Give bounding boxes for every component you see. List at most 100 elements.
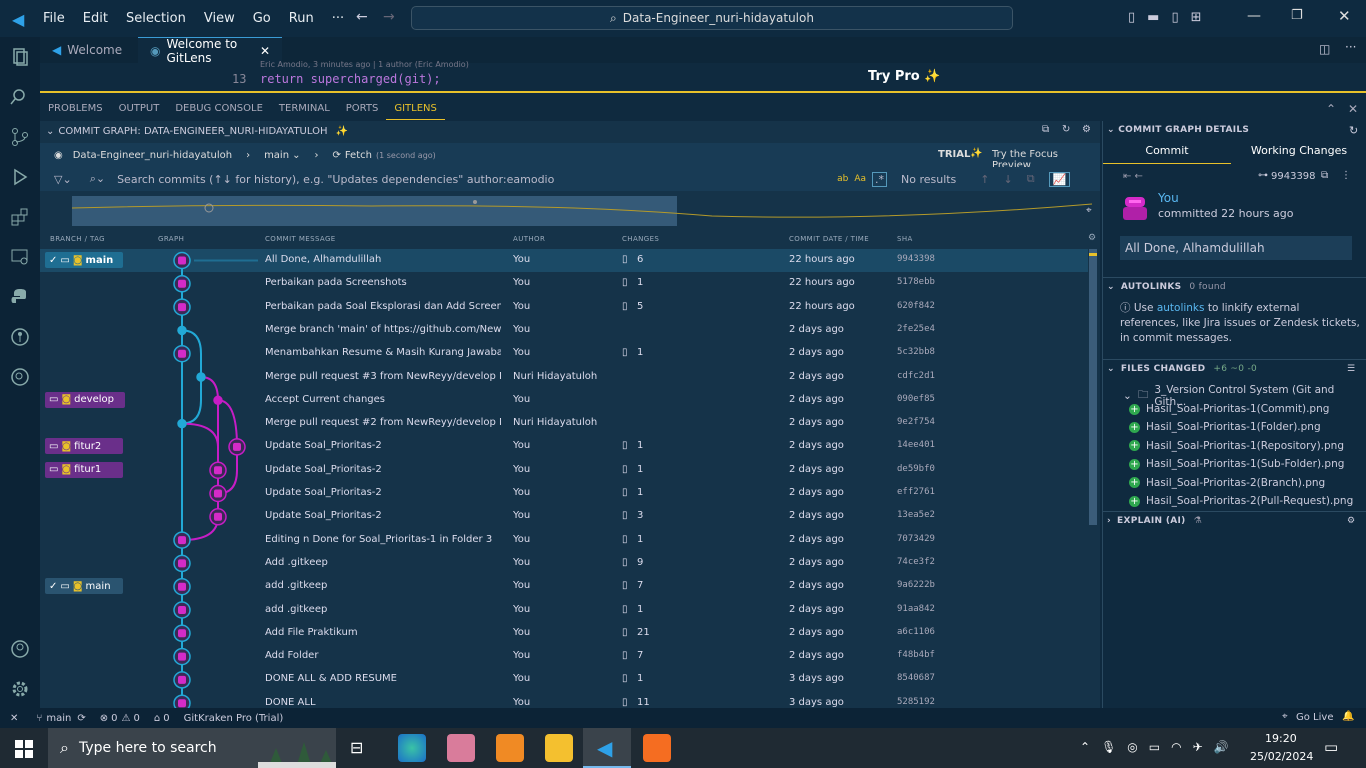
commit-search-input[interactable]: Search commits (↑↓ for history), e.g. "U… (117, 173, 837, 186)
error-count[interactable]: 0 (111, 713, 117, 724)
changed-file-item[interactable]: + Hasil_Soal-Prioritas-1(Folder).png (1129, 421, 1321, 433)
merge-node[interactable] (213, 395, 223, 406)
collapse-chevron-icon[interactable]: ⌄ (46, 126, 54, 137)
vscode-taskbar-icon[interactable]: ◀ (583, 728, 631, 768)
sublime-text-icon[interactable] (496, 734, 524, 762)
merge-node[interactable] (177, 418, 187, 429)
next-result-icon[interactable]: ↓ (1004, 173, 1013, 186)
xampp-icon[interactable] (643, 734, 671, 762)
col-author[interactable]: AUTHOR (513, 235, 545, 243)
explain-section-header[interactable]: › EXPLAIN (AI) ⚗ ⚙ (1103, 511, 1366, 529)
status-branch[interactable]: main (46, 713, 71, 724)
remote-explorer-icon[interactable] (0, 237, 40, 277)
taskbar-search[interactable]: ⌕ Type here to search (48, 728, 336, 768)
scrollbar[interactable] (1089, 249, 1097, 525)
branch-selector[interactable]: main (264, 150, 289, 161)
list-view-icon[interactable]: ☰ (1347, 364, 1355, 374)
col-graph[interactable]: GRAPH (158, 235, 184, 243)
extensions-icon[interactable] (0, 197, 40, 237)
files-changed-section-header[interactable]: ⌄ FILES CHANGED +6 ~0 -0 ☰ (1103, 359, 1366, 377)
commit-sha[interactable]: 9943398 (1271, 171, 1316, 182)
panel-tab-ports[interactable]: PORTS (338, 98, 387, 120)
close-window-button[interactable]: ✕ (1338, 7, 1351, 25)
match-case-icon[interactable]: Aa (854, 174, 866, 184)
panel-tab-gitlens[interactable]: GITLENS (386, 98, 445, 120)
menu-more[interactable]: ··· (323, 0, 353, 37)
regex-icon[interactable]: .* (871, 171, 887, 187)
toggle-sidebar-icon[interactable]: ▯ (1128, 10, 1135, 25)
clock-time[interactable]: 19:20 (1265, 732, 1297, 745)
repo-selector[interactable]: Data-Engineer_nuri-hidayatuloh (73, 150, 232, 161)
tab-working-changes[interactable]: Working Changes (1231, 144, 1366, 164)
changed-file-item[interactable]: + Hasil_Soal-Prioritas-1(Sub-Folder).png (1129, 458, 1344, 470)
command-center[interactable]: ⌕ Data-Engineer_nuri-hidayatuloh (411, 6, 1013, 30)
customize-layout-icon[interactable]: ⊞ (1191, 10, 1202, 25)
gitlens-icon[interactable] (0, 317, 40, 357)
try-pro-banner[interactable]: Try Pro ✨ (868, 69, 940, 84)
stacked-app-icon[interactable] (447, 734, 475, 762)
python-icon[interactable] (0, 277, 40, 317)
panel-tab-output[interactable]: OUTPUT (111, 98, 168, 120)
col-sha[interactable]: SHA (897, 235, 913, 243)
gitkraken-status[interactable]: GitKraken Pro (Trial) (184, 713, 284, 724)
wifi-icon[interactable]: ◠ (1171, 740, 1181, 754)
tray-chevron-icon[interactable]: ⌃ (1080, 740, 1090, 754)
branch-label-fitur2[interactable]: ▭ ◙ fitur2 (45, 438, 123, 455)
col-commit-message[interactable]: COMMIT MESSAGE (265, 235, 336, 243)
menu-go[interactable]: Go (244, 0, 280, 37)
remote-icon[interactable]: ✕ (10, 713, 18, 724)
run-debug-icon[interactable] (0, 157, 40, 197)
menu-run[interactable]: Run (280, 0, 323, 37)
collapse-chevron-icon[interactable]: ⌄ (1107, 125, 1115, 135)
gitlens-inspect-icon[interactable] (0, 357, 40, 397)
split-editor-icon[interactable]: ◫ (1319, 42, 1330, 56)
task-view-icon[interactable]: ⊟ (350, 738, 363, 757)
volume-icon[interactable]: 🔊 (1214, 740, 1229, 754)
autolinks-link[interactable]: autolinks (1157, 302, 1205, 314)
prev-result-icon[interactable]: ↑ (980, 173, 989, 186)
panel-tab-terminal[interactable]: TERMINAL (271, 98, 338, 120)
branch-label-fitur1[interactable]: ▭ ◙ fitur1 (45, 461, 123, 478)
col-changes[interactable]: CHANGES (622, 235, 659, 243)
tab-commit[interactable]: Commit (1103, 144, 1231, 164)
file-explorer-icon[interactable] (545, 734, 573, 762)
match-word-icon[interactable]: ab (837, 174, 848, 184)
menu-selection[interactable]: Selection (117, 0, 195, 37)
changed-file-item[interactable]: + Hasil_Soal-Prioritas-1(Commit).png (1129, 403, 1329, 415)
minimize-button[interactable]: — (1247, 8, 1261, 24)
changed-file-item[interactable]: + Hasil_Soal-Prioritas-1(Repository).png (1129, 440, 1344, 452)
minimap-toggle-icon[interactable]: 📈 (1048, 171, 1071, 187)
ports-count[interactable]: 0 (163, 713, 169, 724)
edge-browser-icon[interactable] (398, 734, 426, 762)
explorer-icon[interactable] (0, 37, 40, 77)
explain-action-icon[interactable]: ⚙ (1347, 516, 1355, 526)
col-branch-tag[interactable]: BRANCH / TAG (50, 235, 105, 243)
refresh-icon[interactable]: ↻ (1349, 124, 1358, 137)
more-actions-icon[interactable]: ··· (1345, 40, 1356, 54)
settings-gear-icon[interactable]: ⚙ (1082, 124, 1091, 135)
forward-arrow-icon[interactable]: → (383, 9, 395, 25)
branch-label-main[interactable]: ✓ ▭ ◙ main (45, 578, 123, 595)
refresh-icon[interactable]: ↻ (1062, 124, 1070, 135)
changed-file-item[interactable]: + Hasil_Soal-Prioritas-2(Branch).png (1129, 477, 1325, 489)
panel-tab-problems[interactable]: PROBLEMS (40, 98, 111, 120)
sync-icon[interactable]: ⟳ (77, 713, 85, 724)
menu-view[interactable]: View (195, 0, 244, 37)
filter-icon[interactable]: ▽⌄ (54, 173, 72, 186)
commit-author[interactable]: You (1158, 191, 1179, 205)
notification-center-icon[interactable]: ▭ (1324, 738, 1338, 756)
more-icon[interactable]: ⋮ (1341, 170, 1351, 181)
search-mode-icon[interactable]: ⌕⌄ (90, 172, 105, 186)
accounts-icon[interactable] (0, 629, 40, 669)
merge-node[interactable] (196, 372, 206, 382)
pin-icon[interactable]: ⇤ ← (1123, 171, 1143, 182)
merge-node[interactable] (177, 325, 187, 336)
open-details-icon[interactable]: ⧉ (1027, 172, 1035, 186)
restore-button[interactable]: ❐ (1291, 8, 1303, 23)
branch-label-develop[interactable]: ▭ ◙ develop (45, 391, 125, 408)
airplane-icon[interactable]: ✈ (1193, 740, 1203, 754)
tab-welcome[interactable]: ◀ Welcome (40, 37, 138, 63)
column-settings-icon[interactable]: ⚙ (1088, 233, 1096, 243)
search-icon[interactable] (0, 77, 40, 117)
menu-edit[interactable]: Edit (74, 0, 117, 37)
